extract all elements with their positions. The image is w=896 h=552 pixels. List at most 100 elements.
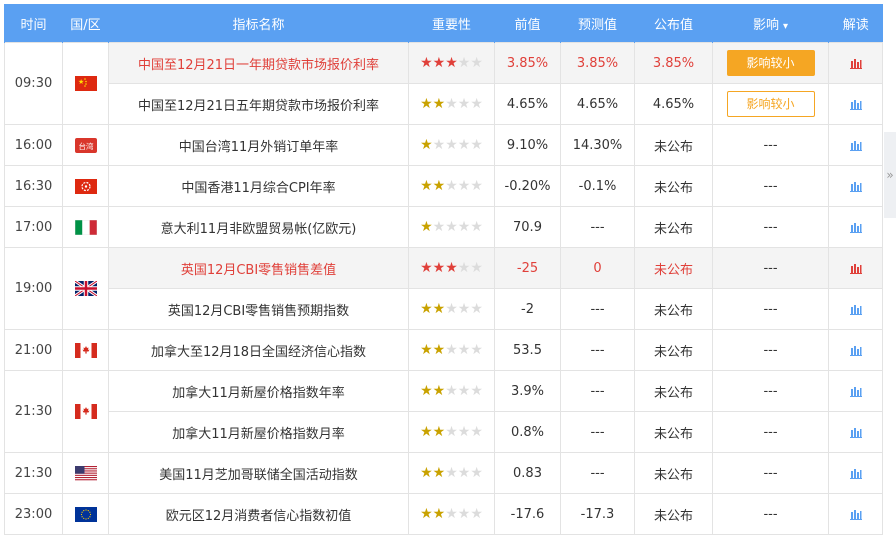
usa-flag-icon	[74, 465, 97, 481]
indicator-name[interactable]: 英国12月CBI零售销售预期指数	[108, 288, 409, 330]
forecast-value: -0.1%	[560, 165, 635, 207]
previous-value: 53.5	[494, 329, 561, 371]
table-row[interactable]: 21:30 美国11月芝加哥联储全国活动指数 ★★★★★ 0.83 --- 未公布 ---	[4, 452, 883, 494]
country-cell	[62, 370, 109, 453]
indicator-name[interactable]: 意大利11月非欧盟贸易帐(亿欧元)	[108, 206, 409, 248]
star-icon: ★	[420, 55, 433, 71]
star-icon: ★	[420, 465, 433, 481]
indicator-name[interactable]: 加拿大11月新屋价格指数月率	[108, 411, 409, 453]
bar-chart-icon[interactable]	[849, 97, 862, 112]
read-cell[interactable]	[828, 206, 883, 248]
bar-chart-icon[interactable]	[849, 425, 862, 440]
bar-chart-icon[interactable]	[849, 261, 862, 276]
table-row[interactable]: 英国12月CBI零售销售预期指数 ★★★★★ -2 --- 未公布 ---	[5, 288, 883, 330]
table-row[interactable]: 23:00 欧元区12月消费者信心指数初值 ★★★★★ -17.6 -17.3 未公布 --…	[4, 493, 883, 535]
event-time: 17:00	[4, 206, 63, 248]
table-row[interactable]: 19:00 英国12月CBI零售销售差值 ★★★★★ -25 0 未公布 ---	[4, 247, 883, 330]
star-icon: ★	[445, 137, 458, 153]
previous-value: 3.9%	[494, 370, 561, 412]
read-cell[interactable]	[828, 124, 883, 166]
read-cell[interactable]	[828, 165, 883, 207]
actual-value: 未公布	[634, 411, 713, 453]
side-expand-tab[interactable]: »	[884, 132, 896, 218]
indicator-name[interactable]: 加拿大至12月18日全国经济信心指数	[108, 329, 409, 371]
read-cell[interactable]	[828, 288, 883, 330]
star-icon: ★	[445, 260, 458, 276]
read-cell[interactable]	[828, 411, 883, 453]
star-icon: ★	[457, 342, 471, 358]
economic-calendar-table: 时间 国/区 指标名称 重要性 前值 预测值 公布值 影响 ▾ 解读 09:30 ★…	[4, 4, 883, 535]
bar-chart-icon[interactable]	[849, 507, 862, 522]
impact-badge-button[interactable]: 影响较小	[726, 91, 815, 117]
canada-flag-icon	[74, 404, 97, 419]
read-cell[interactable]	[828, 247, 883, 289]
importance-stars: ★★★★★	[408, 493, 495, 535]
table-row[interactable]: 17:00 意大利11月非欧盟贸易帐(亿欧元) ★★★★★ 70.9 --- 未公布 ---	[4, 206, 883, 248]
read-cell[interactable]	[828, 42, 883, 84]
hong-kong-flag-icon	[74, 178, 97, 194]
star-icon: ★	[470, 383, 483, 399]
read-cell[interactable]	[828, 493, 883, 535]
indicator-name[interactable]: 中国香港11月综合CPI年率	[108, 165, 409, 207]
event-time: 21:30	[4, 370, 63, 453]
bar-chart-icon[interactable]	[849, 138, 862, 153]
star-icon: ★	[432, 96, 446, 112]
bar-chart-icon[interactable]	[849, 179, 862, 194]
importance-stars: ★★★★★	[408, 206, 495, 248]
indicator-name[interactable]: 中国台湾11月外销订单年率	[108, 124, 409, 166]
table-row[interactable]: 中国至12月21日五年期贷款市场报价利率 ★★★★★ 4.65% 4.65% 4.65%…	[5, 83, 883, 125]
impact-cell: ---	[712, 411, 829, 453]
table-row[interactable]: 09:30 ★ 中国至12月21日一年期贷款市场报价利率 ★★★★★ 3.85% 3.85…	[4, 42, 883, 125]
indicator-name[interactable]: 欧元区12月消费者信心指数初值	[108, 493, 409, 535]
star-icon: ★	[457, 96, 471, 112]
forecast-value: 4.65%	[560, 83, 635, 125]
star-icon: ★	[445, 506, 458, 522]
indicator-name[interactable]: 中国至12月21日一年期贷款市场报价利率	[108, 42, 409, 84]
star-icon: ★	[470, 219, 483, 235]
col-impact-dropdown[interactable]: 影响 ▾	[712, 4, 829, 43]
star-icon: ★	[420, 424, 433, 440]
country-cell: ★	[62, 42, 109, 125]
table-row[interactable]: 16:00 台湾 中国台湾11月外销订单年率 ★★★★★ 9.10% 14.30% 未公布 -…	[4, 124, 883, 166]
star-icon: ★	[445, 301, 458, 317]
impact-badge-button[interactable]: 影响较小	[726, 50, 815, 76]
event-time: 16:00	[4, 124, 63, 166]
indicator-name[interactable]: 中国至12月21日五年期贷款市场报价利率	[108, 83, 409, 125]
table-row[interactable]: 21:00 加拿大至12月18日全国经济信心指数 ★★★★★ 53.5 --- 未公布 --…	[4, 329, 883, 371]
indicator-name[interactable]: 英国12月CBI零售销售差值	[108, 247, 409, 289]
indicator-name[interactable]: 美国11月芝加哥联储全国活动指数	[108, 452, 409, 494]
table-row[interactable]: 21:30 加拿大11月新屋价格指数年率 ★★★★★ 3.9% --- 未公布 ---	[4, 370, 883, 453]
country-cell	[62, 206, 109, 248]
bar-chart-icon[interactable]	[849, 384, 862, 399]
previous-value: -0.20%	[494, 165, 561, 207]
table-row[interactable]: 16:30 中国香港11月综合CPI年率 ★★★★★ -0.20% -0.1% 未公布 --…	[4, 165, 883, 207]
read-cell[interactable]	[828, 370, 883, 412]
impact-header-label: 影响	[752, 17, 779, 33]
star-icon: ★	[432, 219, 446, 235]
uk-flag-icon	[73, 279, 98, 298]
star-icon: ★	[432, 424, 446, 440]
read-cell[interactable]	[828, 83, 883, 125]
previous-value: -25	[494, 247, 561, 289]
previous-value: 0.8%	[494, 411, 561, 453]
double-chevron-right-icon: »	[886, 168, 894, 182]
star-icon: ★	[470, 301, 483, 317]
bar-chart-icon[interactable]	[849, 343, 862, 358]
actual-value: 未公布	[634, 124, 713, 166]
bar-chart-icon[interactable]	[849, 302, 862, 317]
bar-chart-icon[interactable]	[849, 220, 862, 235]
star-icon: ★	[457, 137, 471, 153]
bar-chart-icon[interactable]	[849, 56, 862, 71]
country-cell	[62, 452, 109, 494]
star-icon: ★	[445, 178, 458, 194]
indicator-name[interactable]: 加拿大11月新屋价格指数年率	[108, 370, 409, 412]
table-row[interactable]: 加拿大11月新屋价格指数月率 ★★★★★ 0.8% --- 未公布 ---	[5, 411, 883, 453]
country-cell	[62, 165, 109, 207]
bar-chart-icon[interactable]	[849, 466, 862, 481]
read-cell[interactable]	[828, 452, 883, 494]
col-importance: 重要性	[408, 4, 495, 43]
read-cell[interactable]	[828, 329, 883, 371]
importance-stars: ★★★★★	[408, 165, 495, 207]
star-icon: ★	[420, 178, 433, 194]
col-previous: 前值	[494, 4, 561, 43]
